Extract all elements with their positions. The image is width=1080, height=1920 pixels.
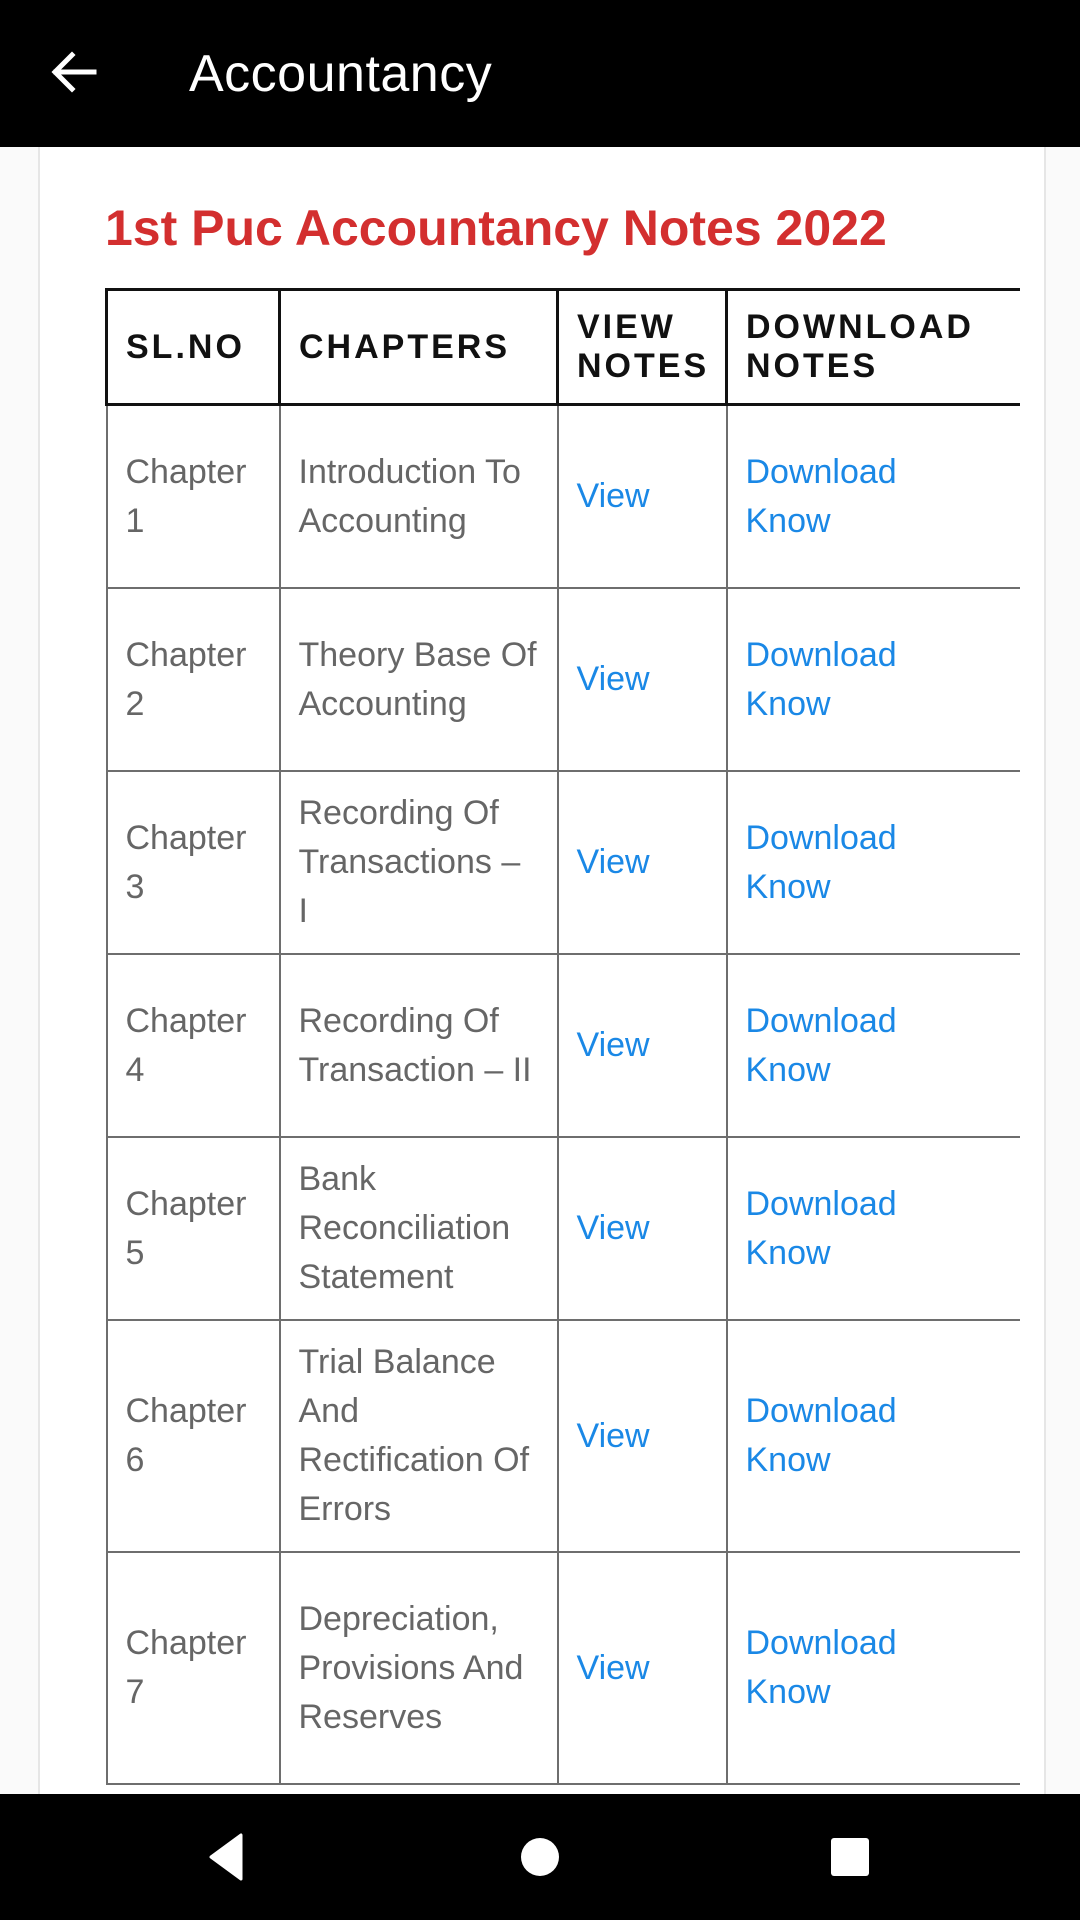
download-cell: Download Know: [725, 1136, 1020, 1321]
download-link[interactable]: Download Know: [746, 1387, 906, 1485]
table-row: Chapter 7 Depreciation, Provisions And Re…: [105, 1551, 1020, 1785]
app-bar: Accountancy: [0, 0, 1080, 147]
header-download-notes: DOWNLOAD NOTES: [725, 288, 1020, 406]
article-card: 1st Puc Accountancy Notes 2022 SL.NO CHA…: [38, 147, 1046, 1794]
slno-cell: Chapter 3: [105, 770, 281, 955]
table-row: Chapter 3 Recording Of Transactions – I Vi…: [105, 770, 1020, 955]
download-cell: Download Know: [725, 403, 1020, 589]
header-view-notes: VIEW NOTES: [556, 288, 728, 406]
view-cell: View: [556, 953, 728, 1138]
view-cell: View: [556, 770, 728, 955]
nav-back-icon: [209, 1833, 243, 1881]
download-link[interactable]: Download Know: [746, 997, 906, 1095]
system-navigation-bar: [0, 1794, 1080, 1920]
slno-cell: Chapter 5: [105, 1136, 281, 1321]
back-button[interactable]: [44, 42, 104, 102]
table-row: Chapter 1 Introduction To Accounting View D…: [105, 403, 1020, 589]
view-cell: View: [556, 1136, 728, 1321]
slno-cell: Chapter 6: [105, 1319, 281, 1553]
table-row: Chapter 4 Recording Of Transaction – II Vi…: [105, 953, 1020, 1138]
view-cell: View: [556, 587, 728, 772]
download-link[interactable]: Download Know: [746, 631, 906, 729]
chapter-cell: Recording Of Transactions – I: [278, 770, 559, 955]
download-cell: Download Know: [725, 770, 1020, 955]
notes-table: SL.NO CHAPTERS VIEW NOTES DOWNLOAD NOTES…: [105, 288, 1020, 1785]
view-cell: View: [556, 403, 728, 589]
header-chapters: CHAPTERS: [278, 288, 559, 406]
nav-home-icon: [521, 1838, 559, 1876]
download-cell: Download Know: [725, 587, 1020, 772]
article-heading: 1st Puc Accountancy Notes 2022: [105, 200, 887, 256]
table-row: Chapter 6 Trial Balance And Rectificatio…: [105, 1319, 1020, 1553]
nav-recents-button[interactable]: [820, 1827, 880, 1887]
view-cell: View: [556, 1319, 728, 1553]
view-link[interactable]: View: [577, 1417, 650, 1455]
nav-recents-icon: [831, 1838, 869, 1876]
download-link[interactable]: Download Know: [746, 448, 906, 546]
table-row: Chapter 5 Bank Reconciliation Statement Vi…: [105, 1136, 1020, 1321]
chapter-cell: Depreciation, Provisions And Reserves: [278, 1551, 559, 1785]
view-cell: View: [556, 1551, 728, 1785]
chapter-cell: Introduction To Accounting: [278, 403, 559, 589]
arrow-left-icon: [51, 51, 97, 93]
slno-cell: Chapter 2: [105, 587, 281, 772]
notes-table-container[interactable]: SL.NO CHAPTERS VIEW NOTES DOWNLOAD NOTES…: [105, 288, 1020, 1785]
view-link[interactable]: View: [577, 477, 650, 515]
download-cell: Download Know: [725, 953, 1020, 1138]
view-link[interactable]: View: [577, 1649, 650, 1687]
nav-back-button[interactable]: [197, 1827, 257, 1887]
slno-cell: Chapter 7: [105, 1551, 281, 1785]
table-header-row: SL.NO CHAPTERS VIEW NOTES DOWNLOAD NOTES: [105, 288, 1020, 406]
chapter-cell: Trial Balance And Rectification Of Error…: [278, 1319, 559, 1553]
view-link[interactable]: View: [577, 843, 650, 881]
download-link[interactable]: Download Know: [746, 1619, 906, 1717]
slno-cell: Chapter 1: [105, 403, 281, 589]
chapter-cell: Recording Of Transaction – II: [278, 953, 559, 1138]
app-bar-title: Accountancy: [189, 45, 493, 103]
view-link[interactable]: View: [577, 1209, 650, 1247]
download-cell: Download Know: [725, 1551, 1020, 1785]
chapter-cell: Theory Base Of Accounting: [278, 587, 559, 772]
download-cell: Download Know: [725, 1319, 1020, 1553]
download-link[interactable]: Download Know: [746, 1180, 906, 1278]
header-slno: SL.NO: [105, 288, 281, 406]
table-row: Chapter 2 Theory Base Of Accounting View Do…: [105, 587, 1020, 772]
chapter-cell: Bank Reconciliation Statement: [278, 1136, 559, 1321]
nav-home-button[interactable]: [510, 1827, 570, 1887]
view-link[interactable]: View: [577, 1026, 650, 1064]
slno-cell: Chapter 4: [105, 953, 281, 1138]
view-link[interactable]: View: [577, 660, 650, 698]
download-link[interactable]: Download Know: [746, 814, 906, 912]
